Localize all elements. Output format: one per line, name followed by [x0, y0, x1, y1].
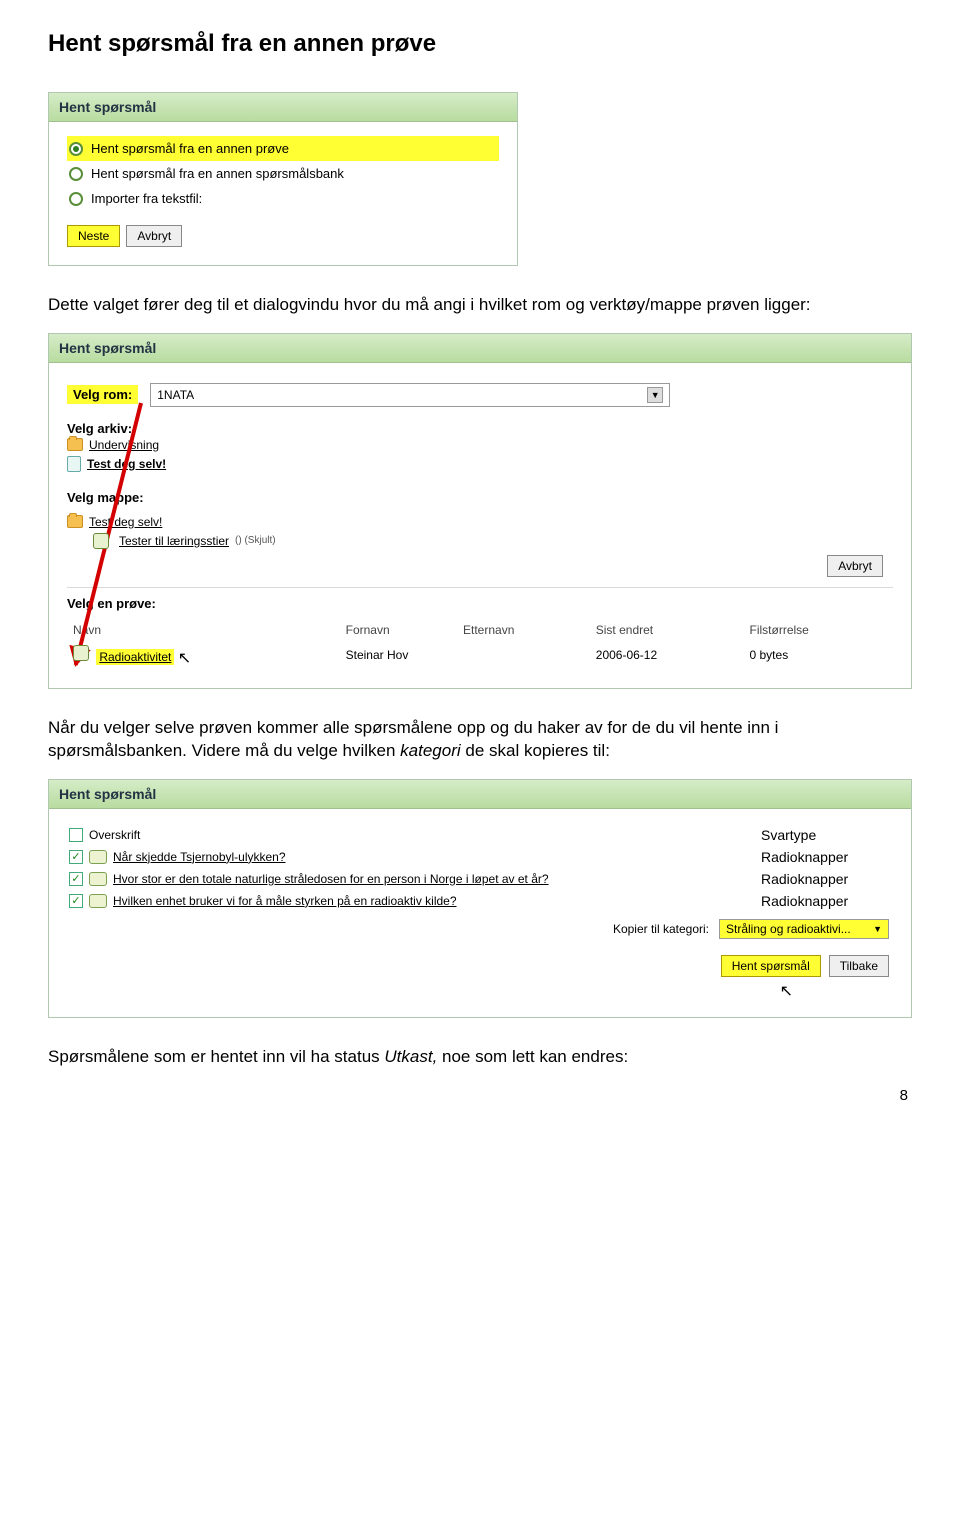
th-fornavn: Fornavn	[340, 619, 457, 641]
back-button[interactable]: Tilbake	[829, 955, 889, 977]
question-row[interactable]: ✓ Hvor stor er den totale naturlige strå…	[69, 869, 759, 889]
category-select[interactable]: Stråling og radioaktivi... ▼	[719, 919, 889, 939]
panel-header: Hent spørsmål	[49, 334, 911, 363]
test-table: Navn Fornavn Etternavn Sist endret Filst…	[67, 619, 893, 670]
question-link[interactable]: Når skjedde Tsjernobyl-ulykken?	[113, 850, 286, 864]
option-label: Importer fra tekstfil:	[91, 191, 202, 206]
folder-label: Velg mappe:	[67, 490, 893, 505]
question-link[interactable]: Hvilken enhet bruker vi for å måle styrk…	[113, 894, 457, 908]
next-button[interactable]: Neste	[67, 225, 120, 247]
cursor-icon: ↖	[780, 981, 793, 1001]
checkbox[interactable]: ✓	[69, 872, 83, 886]
archive-label: Velg arkiv:	[67, 421, 893, 436]
test-icon	[93, 533, 109, 549]
radio-icon	[69, 167, 83, 181]
th-filstorrelse: Filstørrelse	[744, 619, 894, 641]
folder-icon	[67, 438, 83, 451]
question-icon	[89, 850, 107, 864]
radio-icon	[69, 192, 83, 206]
dialog-hent-sporsmal-3: Hent spørsmål ✓ Overskrift Svartype ✓ Nå…	[48, 779, 912, 1018]
archive-item-undervisning[interactable]: Undervisning	[67, 436, 893, 454]
option-import-textfile[interactable]: Importer fra tekstfil:	[67, 186, 499, 211]
th-name: Navn	[67, 619, 340, 641]
option-from-other-test[interactable]: Hent spørsmål fra en annen prøve	[67, 136, 499, 161]
select-test-label: Velg en prøve:	[67, 596, 893, 611]
th-sist-endret: Sist endret	[590, 619, 744, 641]
folder-icon	[67, 515, 83, 528]
option-from-question-bank[interactable]: Hent spørsmål fra en annen spørsmålsbank	[67, 161, 499, 186]
chevron-down-icon: ▼	[647, 387, 663, 403]
radio-selected-icon	[69, 142, 83, 156]
test-date: 2006-06-12	[590, 641, 744, 670]
folder-item-test-deg-selv[interactable]: Test deg selv!	[67, 513, 893, 531]
copy-to-category-label: Kopier til kategori:	[613, 922, 709, 936]
option-label: Hent spørsmål fra en annen prøve	[91, 141, 289, 156]
th-etternavn: Etternavn	[457, 619, 590, 641]
dialog-hent-sporsmal-2: Hent spørsmål Velg rom: 1NATA ▼ Velg ark…	[48, 333, 912, 689]
get-questions-button[interactable]: Hent spørsmål	[721, 955, 821, 977]
folder-item-tester-laeringsstier[interactable]: Tester til læringsstier () (Skjult)	[67, 531, 893, 551]
dialog-hent-sporsmal-1: Hent spørsmål Hent spørsmål fra en annen…	[48, 92, 518, 266]
cursor-icon: ↖	[178, 648, 191, 668]
folder-item-suffix: () (Skjult)	[235, 535, 276, 546]
test-user: Steinar Hov	[340, 641, 590, 670]
cancel-button[interactable]: Avbryt	[827, 555, 883, 577]
checkbox[interactable]: ✓	[69, 850, 83, 864]
paragraph-intro-3: Spørsmålene som er hentet inn vil ha sta…	[48, 1046, 912, 1069]
archive-item-label: Undervisning	[89, 438, 159, 452]
paragraph-intro-2: Når du velger selve prøven kommer alle s…	[48, 717, 912, 763]
th-overskrift: Overskrift	[89, 828, 140, 842]
checkbox-header[interactable]: ✓	[69, 828, 83, 842]
question-row[interactable]: ✓ Hvilken enhet bruker vi for å måle sty…	[69, 891, 759, 911]
option-label: Hent spørsmål fra en annen spørsmålsbank	[91, 166, 344, 181]
question-link[interactable]: Hvor stor er den totale naturlige stråle…	[113, 872, 549, 886]
question-icon	[89, 872, 107, 886]
answer-type: Radioknapper	[761, 869, 891, 889]
chevron-down-icon: ▼	[873, 924, 882, 934]
table-row[interactable]: Radioaktivitet ↖ Steinar Hov 2006-06-12 …	[67, 641, 893, 670]
page-number: 8	[48, 1087, 912, 1104]
folder-item-label: Test deg selv!	[89, 515, 162, 529]
folder-item-label: Tester til læringsstier	[119, 534, 229, 548]
room-label: Velg rom:	[67, 385, 138, 404]
test-icon	[73, 645, 89, 661]
test-size: 0 bytes	[744, 641, 894, 670]
th-svartype: Svartype	[761, 825, 891, 845]
category-select-value: Stråling og radioaktivi...	[726, 922, 851, 936]
panel-header: Hent spørsmål	[49, 780, 911, 809]
archive-item-test-deg-selv[interactable]: Test deg selv!	[67, 454, 893, 474]
document-icon	[67, 456, 81, 472]
paragraph-intro-1: Dette valget fører deg til et dialogvind…	[48, 294, 912, 317]
cancel-button[interactable]: Avbryt	[126, 225, 182, 247]
checkbox[interactable]: ✓	[69, 894, 83, 908]
answer-type: Radioknapper	[761, 891, 891, 911]
room-select[interactable]: 1NATA ▼	[150, 383, 670, 407]
test-name: Radioaktivitet	[96, 649, 174, 665]
room-select-value: 1NATA	[157, 388, 194, 402]
question-table: ✓ Overskrift Svartype ✓ Når skjedde Tsje…	[67, 823, 893, 913]
panel-header: Hent spørsmål	[49, 93, 517, 122]
answer-type: Radioknapper	[761, 847, 891, 867]
question-row[interactable]: ✓ Når skjedde Tsjernobyl-ulykken?	[69, 847, 759, 867]
question-icon	[89, 894, 107, 908]
page-title: Hent spørsmål fra en annen prøve	[48, 30, 912, 58]
